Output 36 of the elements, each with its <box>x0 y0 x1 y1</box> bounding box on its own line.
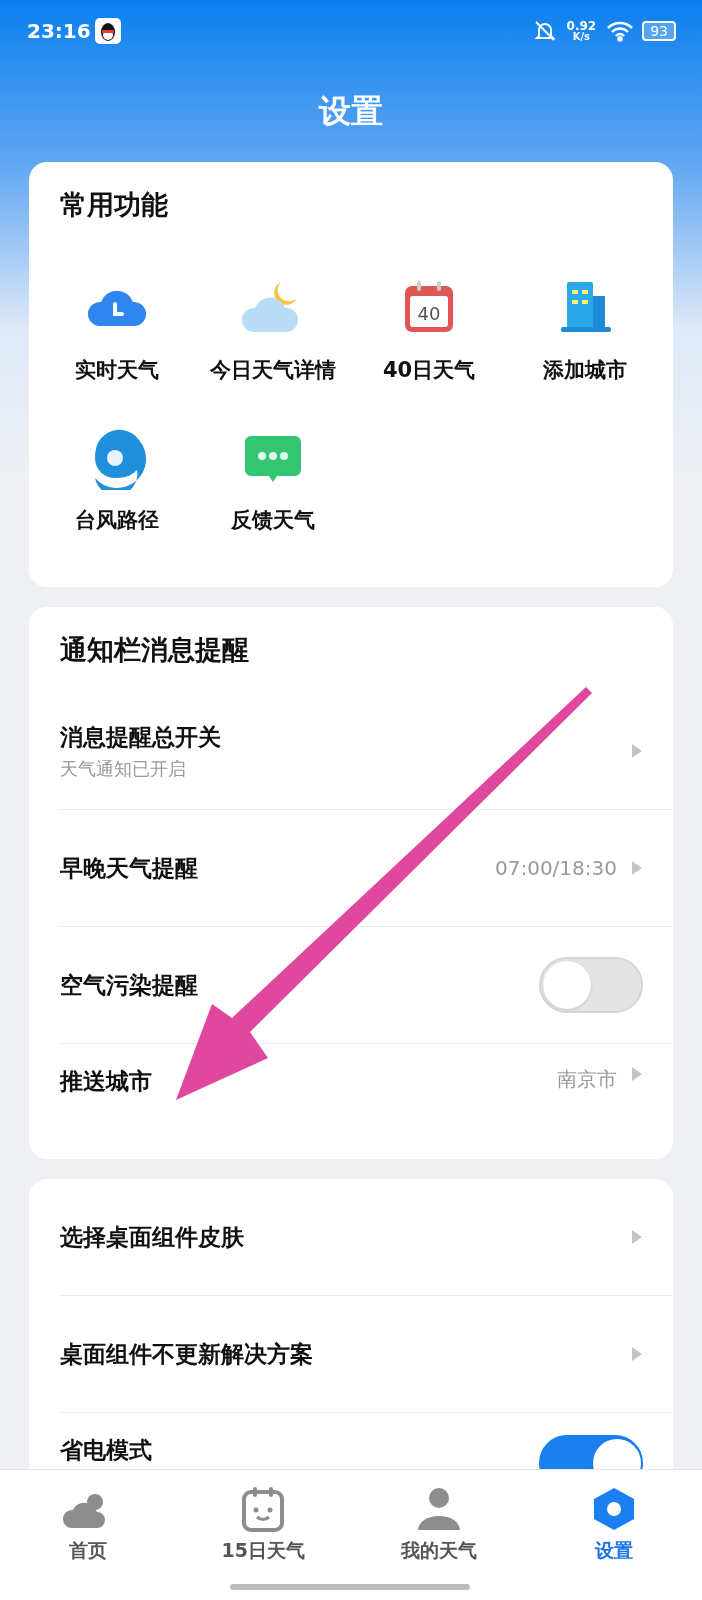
network-unit: K/s <box>572 32 591 42</box>
battery-level: 93 <box>642 21 676 41</box>
shortcut-label[interactable]: 反馈天气 <box>231 506 315 534</box>
status-time: 23:16 <box>27 19 91 43</box>
penguin-icon <box>94 18 121 44</box>
shortcut-label[interactable]: 实时天气 <box>75 356 159 384</box>
nav-tab[interactable]: 设置 <box>526 1470 702 1600</box>
setting-subtitle: 天气通知已开启 <box>60 756 187 781</box>
chevron-icon <box>631 1229 643 1245</box>
page-title: 设置 <box>317 91 384 132</box>
bell-off-icon <box>532 19 557 43</box>
setting-label[interactable]: 消息提醒总开关 <box>60 721 631 753</box>
setting-label[interactable]: 省电模式 <box>60 1435 539 1466</box>
shortcut-label[interactable]: 台风路径 <box>75 506 159 534</box>
calendar-number: 40 <box>417 303 441 324</box>
setting-label[interactable]: 早晚天气提醒 <box>60 852 495 884</box>
section-title: 常用功能 <box>59 188 169 222</box>
setting-value: 南京市 <box>557 1066 617 1093</box>
shortcut-label[interactable]: 今日天气详情 <box>210 356 336 384</box>
setting-label[interactable]: 桌面组件不更新解决方案 <box>60 1338 631 1370</box>
setting-label[interactable]: 选择桌面组件皮肤 <box>60 1221 631 1253</box>
shortcut-label[interactable]: 添加城市 <box>543 356 627 384</box>
chevron-icon <box>631 743 643 759</box>
chevron-icon <box>631 860 643 876</box>
nav-tab[interactable]: 首页 <box>0 1470 176 1600</box>
network-speed: 0.92 <box>566 20 597 32</box>
chevron-icon <box>631 1066 643 1082</box>
setting-value: 07:00/18:30 <box>495 856 617 880</box>
section-title: 通知栏消息提醒 <box>59 633 250 667</box>
nav-tab[interactable]: 15日天气 <box>175 1470 351 1600</box>
chevron-icon <box>631 1346 643 1362</box>
setting-label[interactable]: 空气污染提醒 <box>60 969 539 1001</box>
wifi-icon <box>606 20 635 42</box>
nav-tab[interactable]: 我的天气 <box>351 1470 527 1600</box>
shortcut-label[interactable]: 40日天气 <box>382 356 476 384</box>
setting-label[interactable]: 推送城市 <box>60 1066 557 1097</box>
